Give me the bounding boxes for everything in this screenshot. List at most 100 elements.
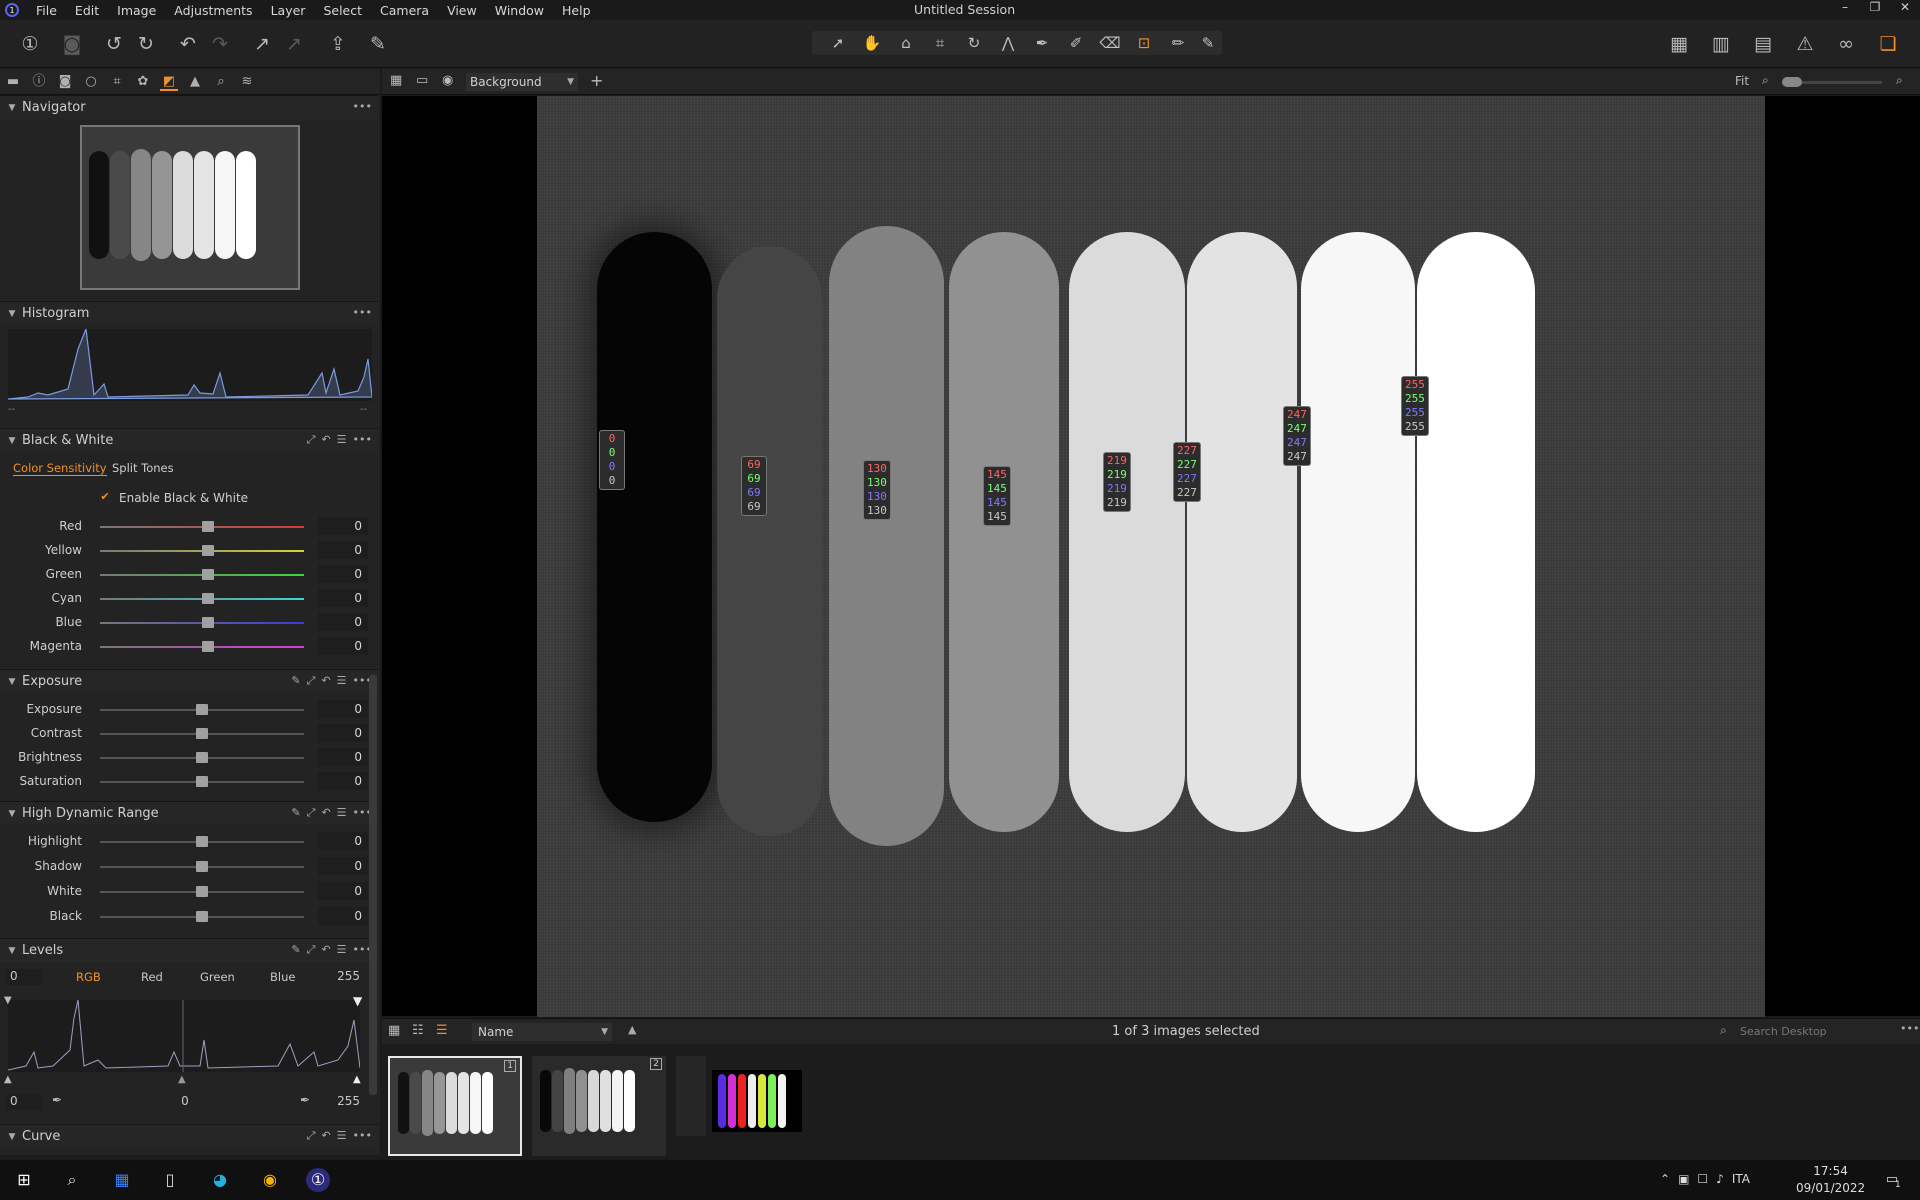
menu-adjustments[interactable]: Adjustments [165,3,261,18]
keystone-icon[interactable]: ⋀ [996,33,1020,53]
close-icon[interactable]: ✕ [1890,0,1920,14]
multi-view-icon[interactable]: ▦ [390,73,402,88]
slider-value[interactable]: 0 [318,517,368,535]
exposure-header[interactable]: ▼ Exposure ✎ ⤢ ↶ ☰ ••• [0,669,378,693]
camera-icon[interactable]: ◙ [60,32,84,56]
navigator-thumbnail[interactable] [80,125,300,290]
menu-image[interactable]: Image [108,3,165,18]
apply-icon[interactable]: ↗ [250,32,274,56]
details-tab-icon[interactable]: ▲ [186,73,204,91]
slider-knob[interactable] [202,641,214,652]
webcam-icon[interactable]: ▣ [1678,1172,1689,1186]
levels-input-low[interactable]: 0 [6,969,42,985]
color-tab-icon[interactable]: ✿ [134,73,152,91]
exposure-tab-icon[interactable]: ◩ [160,73,178,91]
color-readout-tooltip[interactable]: 227 227 227 227 [1173,442,1201,502]
slider-value[interactable]: 0 [318,700,368,718]
copy-icon[interactable]: ⤢ [307,433,316,447]
hdr-header[interactable]: ▼ High Dynamic Range ✎ ⤢ ↶ ☰ ••• [0,801,378,825]
sort-direction-icon[interactable]: ▲ [628,1023,636,1036]
menu-file[interactable]: File [27,3,66,18]
slider-value[interactable]: 0 [318,613,368,631]
workspace-icon[interactable]: ❏ [1876,32,1900,56]
slider-value[interactable]: 0 [318,772,368,790]
compare-icon[interactable]: ▥ [1709,32,1733,56]
filmstrip-view-icon[interactable]: ☰ [436,1023,448,1038]
pan-icon[interactable]: ✋ [860,33,884,53]
color-readout-icon[interactable]: ⊡ [1132,33,1156,53]
calculator-icon[interactable]: ▦ [110,1168,134,1192]
navigator-header[interactable]: ▼ Navigator ••• [0,95,378,119]
slider-knob[interactable] [196,704,208,715]
slider-knob[interactable] [202,617,214,628]
apply-dim-icon[interactable]: ↗ [282,32,306,56]
thumbnail-2[interactable]: 2 [532,1056,666,1156]
copy-icon[interactable]: ⤢ [307,806,316,820]
list-view-icon[interactable]: ☷ [412,1023,424,1038]
slider-value[interactable]: 0 [318,832,368,850]
more-icon[interactable]: ••• [353,433,372,447]
levels-output-high[interactable]: 255 [324,1094,360,1110]
undo-icon[interactable]: ↶ [176,32,200,56]
proof-view-icon[interactable]: ◉ [442,73,453,88]
slider-value[interactable]: 0 [318,637,368,655]
levels-input-high[interactable]: 255 [324,969,360,985]
color-readout-tooltip[interactable]: 145 145 145 145 [983,466,1011,526]
select-cursor-icon[interactable]: ➚ [826,33,850,53]
capture-one-taskbar-icon[interactable]: ① [306,1168,330,1192]
color-readout-tooltip[interactable]: 255 255 255 255 [1401,376,1429,436]
menu-help[interactable]: Help [553,3,600,18]
straighten-icon[interactable]: ↻ [962,33,986,53]
reset-icon[interactable]: ↶ [321,674,330,688]
draw-mask-icon[interactable]: ✐ [1064,33,1088,53]
windows-start-icon[interactable]: ⊞ [12,1168,36,1192]
color-readout-tooltip[interactable]: 0000 [599,430,625,490]
copy-icon[interactable]: ⤢ [307,674,316,688]
levels-midtone-value[interactable]: 0 [170,1094,200,1110]
curve-header[interactable]: ▼ Curve ⤢ ↶ ☰ ••• [0,1124,378,1148]
redo-icon[interactable]: ↷ [208,32,232,56]
sort-dropdown[interactable]: Name ▼ [472,1023,612,1041]
crop-tab-icon[interactable]: ⌗ [108,73,126,91]
slider-knob[interactable] [202,593,214,604]
restore-icon[interactable]: ❐ [1860,0,1890,14]
brush-icon[interactable]: ✎ [366,32,390,56]
slider-value[interactable]: 0 [318,857,368,875]
color-readout-tooltip[interactable]: 219 219 219 219 [1103,452,1131,512]
levels-channel-blue[interactable]: Blue [270,970,295,984]
export-icon[interactable]: ⇪ [326,32,350,56]
chrome-icon[interactable]: ◉ [258,1168,282,1192]
slider-knob[interactable] [196,752,208,763]
black-picker-icon[interactable]: ✒ [52,1093,62,1107]
picker-icon[interactable]: ✎ [291,806,300,820]
histogram-header[interactable]: ▼ Histogram ••• [0,301,378,325]
presets-icon[interactable]: ☰ [337,433,347,447]
copy-icon[interactable]: ⤢ [307,1129,316,1143]
levels-output-low[interactable]: 0 [6,1094,42,1110]
menu-camera[interactable]: Camera [371,3,438,18]
more-icon[interactable]: ••• [1900,1022,1919,1035]
layer-dropdown[interactable]: Background ▼ [466,73,578,91]
slider-value[interactable]: 0 [318,589,368,607]
more-icon[interactable]: ••• [353,100,372,113]
levels-histogram[interactable] [7,999,361,1072]
capture-tab-icon[interactable]: ◙ [56,73,74,91]
proof-glasses-icon[interactable]: ∞ [1834,32,1858,56]
levels-channel-green[interactable]: Green [200,970,235,984]
levels-midtone-handle[interactable]: ▲ [178,1074,186,1085]
reset-icon[interactable]: ↶ [321,943,330,957]
more-icon[interactable]: ••• [353,306,372,319]
photo-canvas[interactable]: 0 0 0 0 69 69 69 69 130 130 130 130 145 145 145 145 219 2… [537,96,1765,1017]
slider-knob[interactable] [196,776,208,787]
add-layer-icon[interactable]: + [590,71,603,90]
slider-value[interactable]: 0 [318,541,368,559]
menu-view[interactable]: View [438,3,486,18]
capture-one-icon[interactable]: ① [18,32,42,56]
file-icon[interactable]: ▯ [158,1168,182,1192]
presets-icon[interactable]: ☰ [337,943,347,957]
levels-header[interactable]: ▼ Levels ✎ ⤢ ↶ ☰ ••• [0,938,378,962]
color-readout-tooltip[interactable]: 69 69 69 69 [741,456,767,516]
copy-icon[interactable]: ⤢ [307,943,316,957]
levels-channel-red[interactable]: Red [141,970,163,984]
rotate-right-icon[interactable]: ↻ [134,32,158,56]
